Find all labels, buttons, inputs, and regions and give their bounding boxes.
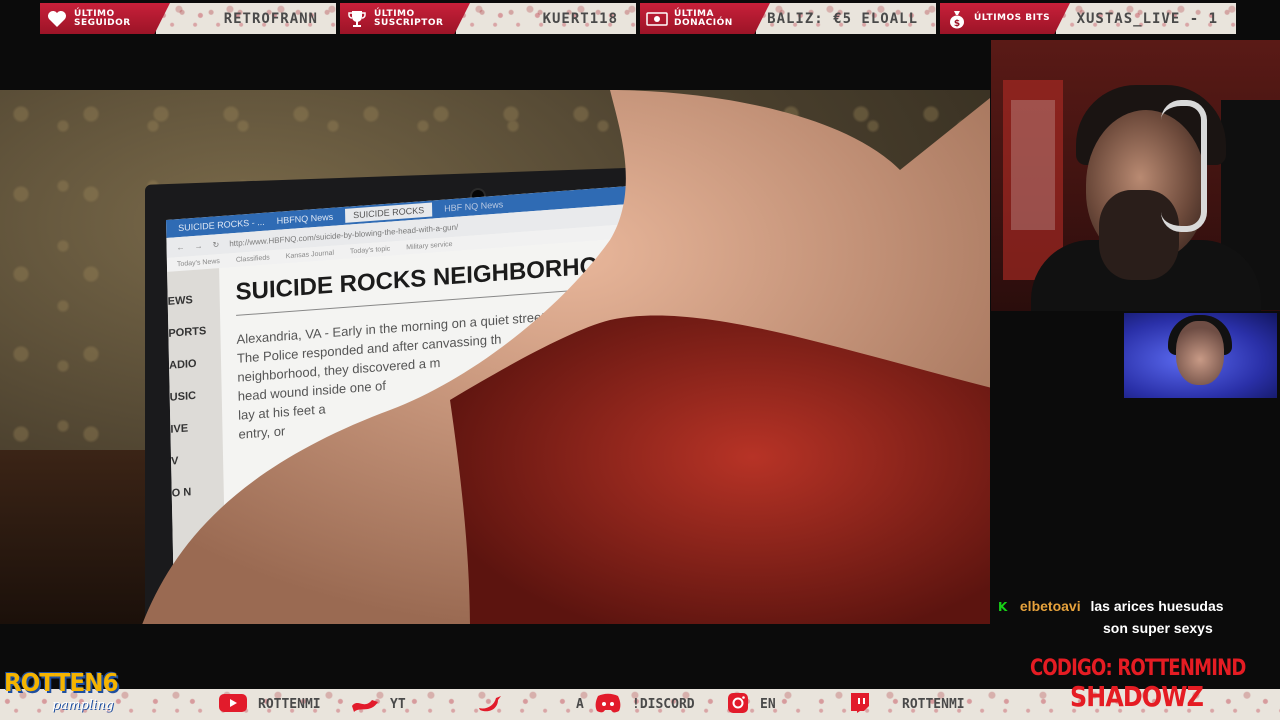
svg-text:$: $ xyxy=(954,19,960,29)
chat-badge: K xyxy=(998,600,1008,614)
social-handle: YT xyxy=(390,697,406,712)
headphones xyxy=(1161,100,1207,232)
promo-brand: SHADOWZ xyxy=(1070,680,1204,713)
money-icon xyxy=(646,8,668,30)
social-twitch[interactable]: ROTTENMI xyxy=(848,689,965,720)
social-handle: ROTTENMI xyxy=(258,697,321,712)
alert-label: Últimos bits xyxy=(974,13,1051,23)
site-nav: EWS PORTS ADIO USIC IVE V O N xyxy=(167,268,227,624)
secondary-webcam xyxy=(1124,313,1277,398)
reload-icon: ↻ xyxy=(212,239,220,250)
moneybag-icon: $ xyxy=(946,8,968,30)
guest-face xyxy=(1176,321,1224,385)
back-icon: ← xyxy=(176,242,185,252)
social-instagram[interactable]: EN xyxy=(726,689,776,720)
last-subscriber-alert: Último suscriptor KUERT118 xyxy=(340,3,636,34)
instagram-icon xyxy=(726,692,750,718)
chat-username: elbetoavi xyxy=(1019,598,1081,614)
streamer-webcam xyxy=(991,40,1280,311)
social-handle: ROTTENMI xyxy=(902,697,965,712)
last-follower-alert: Último seguidor RETROFRANN xyxy=(40,3,336,34)
logo-word: ROTTEN6 xyxy=(4,668,119,697)
social-discord[interactable]: !DISCORD xyxy=(594,689,695,720)
bookmark: Classifieds xyxy=(235,253,270,264)
alert-label: Último suscriptor xyxy=(374,8,444,28)
article: SUICIDE ROCKS NEIGHBORHOOD Alexandria, V… xyxy=(219,232,715,624)
social-handle: EN xyxy=(760,697,776,712)
social-extra[interactable]: YT xyxy=(350,689,406,720)
article-body: Alexandria, VA - Early in the morning on… xyxy=(236,306,558,443)
nav-item: PORTS xyxy=(168,325,207,340)
nav-item: O N xyxy=(171,486,192,500)
bookmark: Kansas Journal xyxy=(285,249,335,260)
bookmark: Today's News xyxy=(176,257,220,268)
discord-icon xyxy=(594,692,622,718)
alert-label: Última donación xyxy=(674,8,733,28)
alert-value: RETROFRANN xyxy=(223,10,318,27)
alert-value: KUERT118 xyxy=(542,10,618,27)
nav-item: V xyxy=(170,455,179,468)
nav-item: ADIO xyxy=(168,357,197,372)
alert-bar: Último seguidor RETROFRANN Último suscri… xyxy=(40,3,1238,34)
social-handle: A xyxy=(576,697,584,712)
twitch-icon xyxy=(848,692,872,718)
alert-value: BALIZ: €5 ELOALL xyxy=(767,10,918,27)
bookmark: Today's topic xyxy=(349,245,391,256)
chat-text: son super sexys xyxy=(1103,620,1213,636)
twitter-icon xyxy=(476,692,506,718)
logo-sub: pampling xyxy=(52,698,114,713)
game-capture: SUICIDE ROCKS - ... HBFNQ News SUICIDE R… xyxy=(0,90,990,624)
social-handle: !DISCORD xyxy=(632,697,695,712)
bookmark: Military service xyxy=(406,240,453,251)
chat-text: las arices huesudas xyxy=(1090,598,1224,614)
browser-tab: HBF NQ News xyxy=(444,199,504,214)
laptop-screen: SUICIDE ROCKS - ... HBFNQ News SUICIDE R… xyxy=(166,180,715,624)
social-youtube[interactable]: ROTTENMI xyxy=(218,689,321,720)
nav-item: USIC xyxy=(169,389,197,404)
browser-tab: HBFNQ News xyxy=(276,211,334,226)
social-twitter[interactable]: A xyxy=(476,689,584,720)
nav-item: EWS xyxy=(167,294,193,308)
sponsor-logo: ROTTEN6 pampling xyxy=(4,668,164,720)
forward-icon: → xyxy=(194,240,203,251)
youtube-icon xyxy=(218,692,248,718)
alert-label: Último seguidor xyxy=(74,8,131,28)
chat-message: K elbetoavi las arices huesudas son supe… xyxy=(998,598,1278,636)
promo-code: CODIGO: ROTTENMIND xyxy=(1030,656,1246,681)
alert-value: XUSTAS_LIVE - 1 xyxy=(1076,10,1218,27)
nav-item: IVE xyxy=(170,422,189,436)
heart-icon xyxy=(46,8,68,30)
last-bits-alert: $ Últimos bits XUSTAS_LIVE - 1 xyxy=(940,3,1236,34)
trophy-icon xyxy=(346,8,368,30)
heart-icon xyxy=(350,692,380,718)
last-donation-alert: Última donación BALIZ: €5 ELOALL xyxy=(640,3,936,34)
